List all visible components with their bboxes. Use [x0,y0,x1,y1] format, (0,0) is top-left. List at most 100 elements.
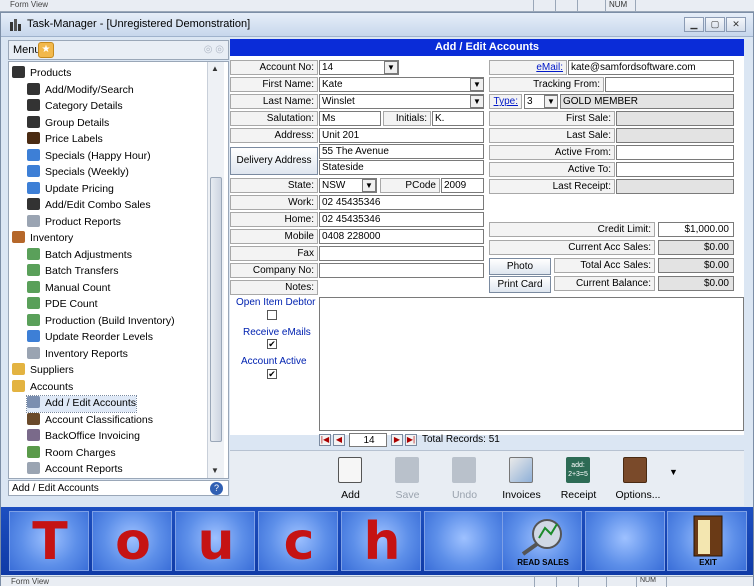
email-label[interactable]: eMail: [489,60,567,75]
first-record-icon[interactable]: |◀ [319,434,331,446]
email-link[interactable]: eMail: [536,62,563,73]
chevron-down-icon[interactable]: ▼ [362,179,376,192]
credit-limit-field[interactable]: $1,000.00 [658,222,734,237]
menu-label[interactable]: Menu [13,44,41,56]
sidebar-item[interactable]: Update Reorder Levels [27,330,153,346]
sidebar-item[interactable]: Inventory Reports [27,346,128,363]
sidebar-item[interactable]: Category Details [27,99,123,115]
add-button[interactable]: Add [322,451,379,505]
print-card-button[interactable]: Print Card [489,276,551,293]
address-line3-field[interactable]: Stateside [319,160,484,175]
sidebar-item[interactable]: Room Charges [27,445,116,462]
sidebar-item-label: Price Labels [45,133,103,145]
sidebar-item[interactable]: BackOffice Invoicing [27,429,140,445]
sidebar-item[interactable]: Production (Build Inventory) [27,313,175,330]
menu-options-icon[interactable]: ◎ ◎ [204,44,224,55]
sidebar-item[interactable]: Manual Count [27,280,110,297]
open-item-debtor-checkbox[interactable] [267,310,277,320]
sidebar-item[interactable]: Account Classifications [27,412,153,429]
first-name-field[interactable]: Kate [319,77,484,92]
sidebar-item-label: Batch Adjustments [45,248,132,261]
sidebar-item[interactable]: Batch Adjustments [27,247,132,264]
touch-tile-6[interactable] [424,511,504,571]
initials-field[interactable]: K. [432,111,484,126]
type-label[interactable]: Type: [489,94,522,109]
notes-textarea[interactable] [319,297,744,431]
sidebar-item[interactable]: Accounts [12,379,73,396]
active-from-field[interactable] [616,145,734,160]
dropdown-arrow-icon[interactable]: ▼ [470,95,484,108]
next-record-icon[interactable]: ▶ [391,434,403,446]
work-phone-field[interactable]: 02 45435346 [319,195,484,210]
home-phone-field[interactable]: 02 45435346 [319,212,484,227]
sidebar-item[interactable]: Add/Modify/Search [27,82,134,99]
salutation-field[interactable]: Ms [319,111,381,126]
address-line2-field[interactable]: 55 The Avenue [319,144,484,159]
help-icon[interactable]: ? [210,482,223,495]
scroll-up-icon[interactable]: ▲ [211,64,219,73]
active-to-field[interactable] [616,162,734,177]
invoices-button[interactable]: Invoices [493,451,550,505]
sidebar-item[interactable]: Products [12,66,71,82]
touch-tile-3[interactable]: u [175,511,255,572]
save-button[interactable]: Save [379,451,436,505]
sidebar-item[interactable]: Product Reports [27,214,121,231]
scroll-down-icon[interactable]: ▼ [211,466,219,475]
last-sale-label: Last Sale: [489,128,615,143]
sidebar-item[interactable]: Add/Edit Combo Sales [27,198,151,214]
sidebar-item[interactable]: Inventory [12,231,73,247]
sidebar-item[interactable]: Group Details [27,115,109,132]
email-field[interactable]: kate@samfordsoftware.com [568,60,734,75]
scroll-thumb[interactable] [210,177,222,442]
sidebar-item[interactable]: Specials (Happy Hour) [27,148,151,165]
fax-field[interactable] [319,246,484,261]
touch-tile-1[interactable]: T [9,511,89,572]
mobile-field[interactable]: 0408 228000 [319,229,484,244]
exit-tile[interactable]: EXIT [667,511,747,571]
last-receipt-field [616,179,734,194]
account-active-checkbox[interactable]: ✔ [267,369,277,379]
read-sales-tile[interactable]: READ SALES [502,511,582,571]
undo-button[interactable]: Undo [436,451,493,505]
receive-emails-checkbox[interactable]: ✔ [267,339,277,349]
touch-tile-8[interactable] [585,511,665,571]
sidebar-item[interactable]: Update Pricing [27,181,114,198]
last-record-icon[interactable]: ▶| [405,434,417,446]
photo-button[interactable]: Photo [489,258,551,275]
prev-record-icon[interactable]: ◀ [333,434,345,446]
sidebar-item[interactable]: PDE Count [27,297,98,313]
sidebar-item[interactable]: Specials (Weekly) [27,165,129,181]
current-acc-sales-field: $0.00 [658,240,734,255]
close-button[interactable]: ✕ [726,17,746,32]
tracking-from-field[interactable] [605,77,734,92]
chevron-down-icon[interactable]: ▼ [544,95,558,108]
sidebar-item[interactable]: Account Reports [27,462,123,478]
company-no-field[interactable] [319,263,484,278]
touch-tile-4[interactable]: c [258,511,338,572]
receipt-button[interactable]: add: 2+3=5 Receipt [550,451,607,505]
sidebar-item[interactable]: Price Labels [27,132,103,148]
last-name-field[interactable]: Winslet [319,94,484,109]
favorites-star-icon[interactable]: ★ [38,42,54,58]
pcode-field[interactable]: 2009 [441,178,484,193]
app-icon [10,19,21,31]
type-link[interactable]: Type: [494,96,518,107]
record-number-field[interactable]: 14 [349,433,387,447]
touch-tile-2[interactable]: o [92,511,172,572]
minimize-button[interactable]: ▁ [684,17,704,32]
account-active-label: Account Active [241,356,307,367]
options-button[interactable]: Options... ▼ [607,451,678,505]
chart-icon [27,82,40,95]
sidebar-item[interactable]: Add / Edit Accounts [25,395,138,413]
address-line1-field[interactable]: Unit 201 [319,128,484,143]
maximize-button[interactable]: ▢ [705,17,725,32]
sidebar-item[interactable]: Batch Transfers [27,264,119,280]
report-icon [27,462,40,474]
touch-tile-5[interactable]: h [341,511,421,572]
dropdown-arrow-icon[interactable]: ▼ [384,61,398,74]
menu-scrollbar[interactable]: ▲ ▼ [207,62,224,478]
sidebar-item[interactable]: Suppliers [12,363,74,379]
options-dropdown-icon[interactable]: ▼ [669,467,678,477]
delivery-address-button[interactable]: Delivery Address [230,147,318,175]
dropdown-arrow-icon[interactable]: ▼ [470,78,484,91]
